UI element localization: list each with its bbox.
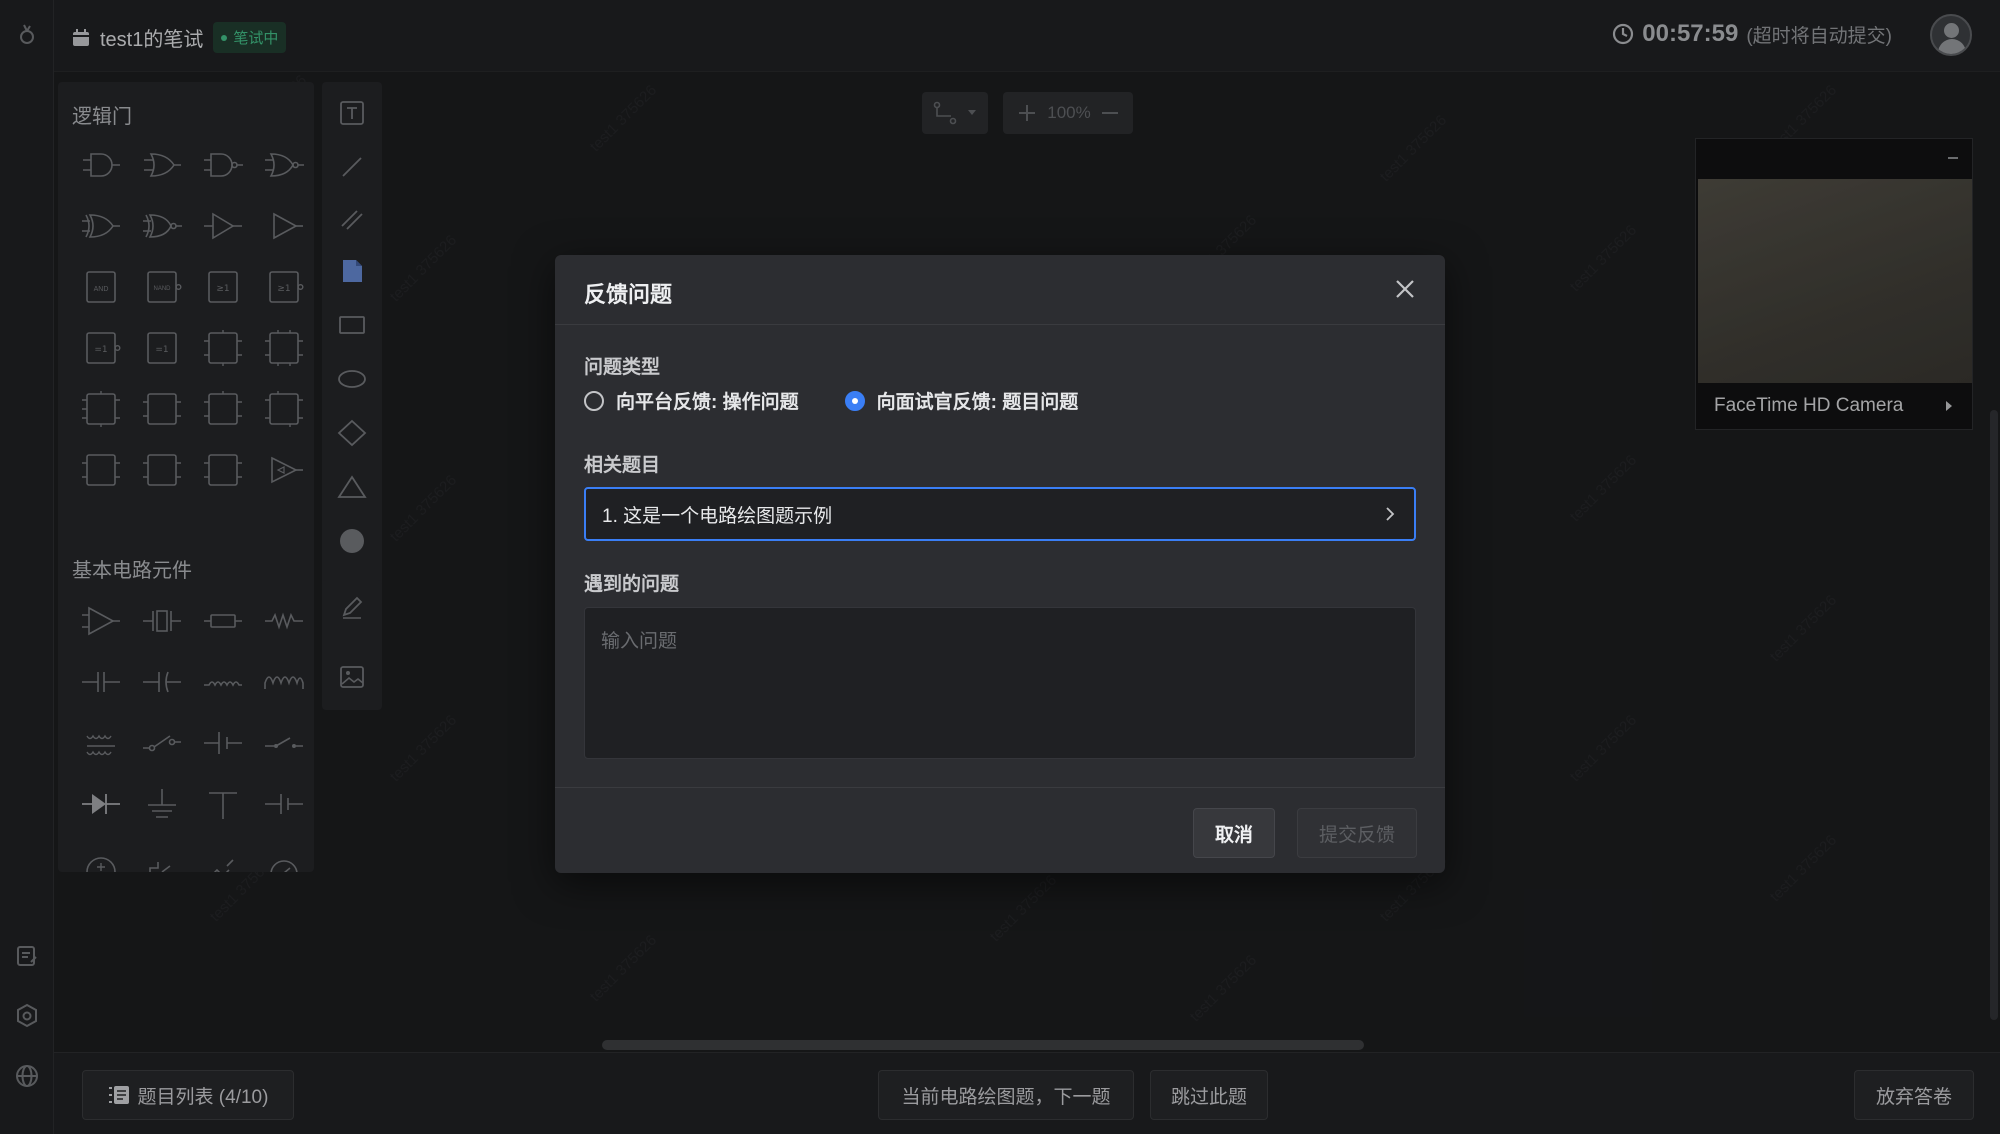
radio-platform-feedback[interactable]: 向平台反馈: 操作问题 bbox=[584, 387, 799, 414]
feedback-dialog: 反馈问题 问题类型 向平台反馈: 操作问题 向面试官反馈: 题目问题 相关题目 … bbox=[555, 255, 1445, 873]
radio-circle-checked[interactable] bbox=[844, 390, 865, 411]
dialog-header: 反馈问题 bbox=[555, 255, 1445, 325]
related-question-value: 1. 这是一个电路绘图题示例 bbox=[602, 505, 833, 527]
dialog-footer: 取消 提交反馈 bbox=[555, 787, 1445, 873]
related-question-select[interactable]: 1. 这是一个电路绘图题示例 bbox=[584, 487, 1416, 541]
problem-description-label: 遇到的问题 bbox=[584, 574, 680, 595]
radio-interviewer-feedback[interactable]: 向面试官反馈: 题目问题 bbox=[844, 387, 1079, 414]
problem-description-input[interactable] bbox=[584, 607, 1416, 759]
close-icon[interactable] bbox=[1391, 275, 1419, 303]
radio-circle-unchecked[interactable] bbox=[584, 390, 604, 411]
dialog-title: 反馈问题 bbox=[584, 282, 673, 307]
radio-interviewer-label: 向面试官反馈: 题目问题 bbox=[876, 392, 1079, 413]
radio-platform-label: 向平台反馈: 操作问题 bbox=[616, 392, 799, 413]
chevron-right-icon bbox=[1386, 507, 1395, 521]
problem-type-label: 问题类型 bbox=[584, 357, 661, 378]
problem-type-radio-group: 向平台反馈: 操作问题 向面试官反馈: 题目问题 bbox=[584, 387, 1124, 414]
submit-feedback-button[interactable]: 提交反馈 bbox=[1297, 808, 1417, 858]
related-question-label: 相关题目 bbox=[584, 455, 661, 476]
cancel-button[interactable]: 取消 bbox=[1193, 808, 1275, 858]
